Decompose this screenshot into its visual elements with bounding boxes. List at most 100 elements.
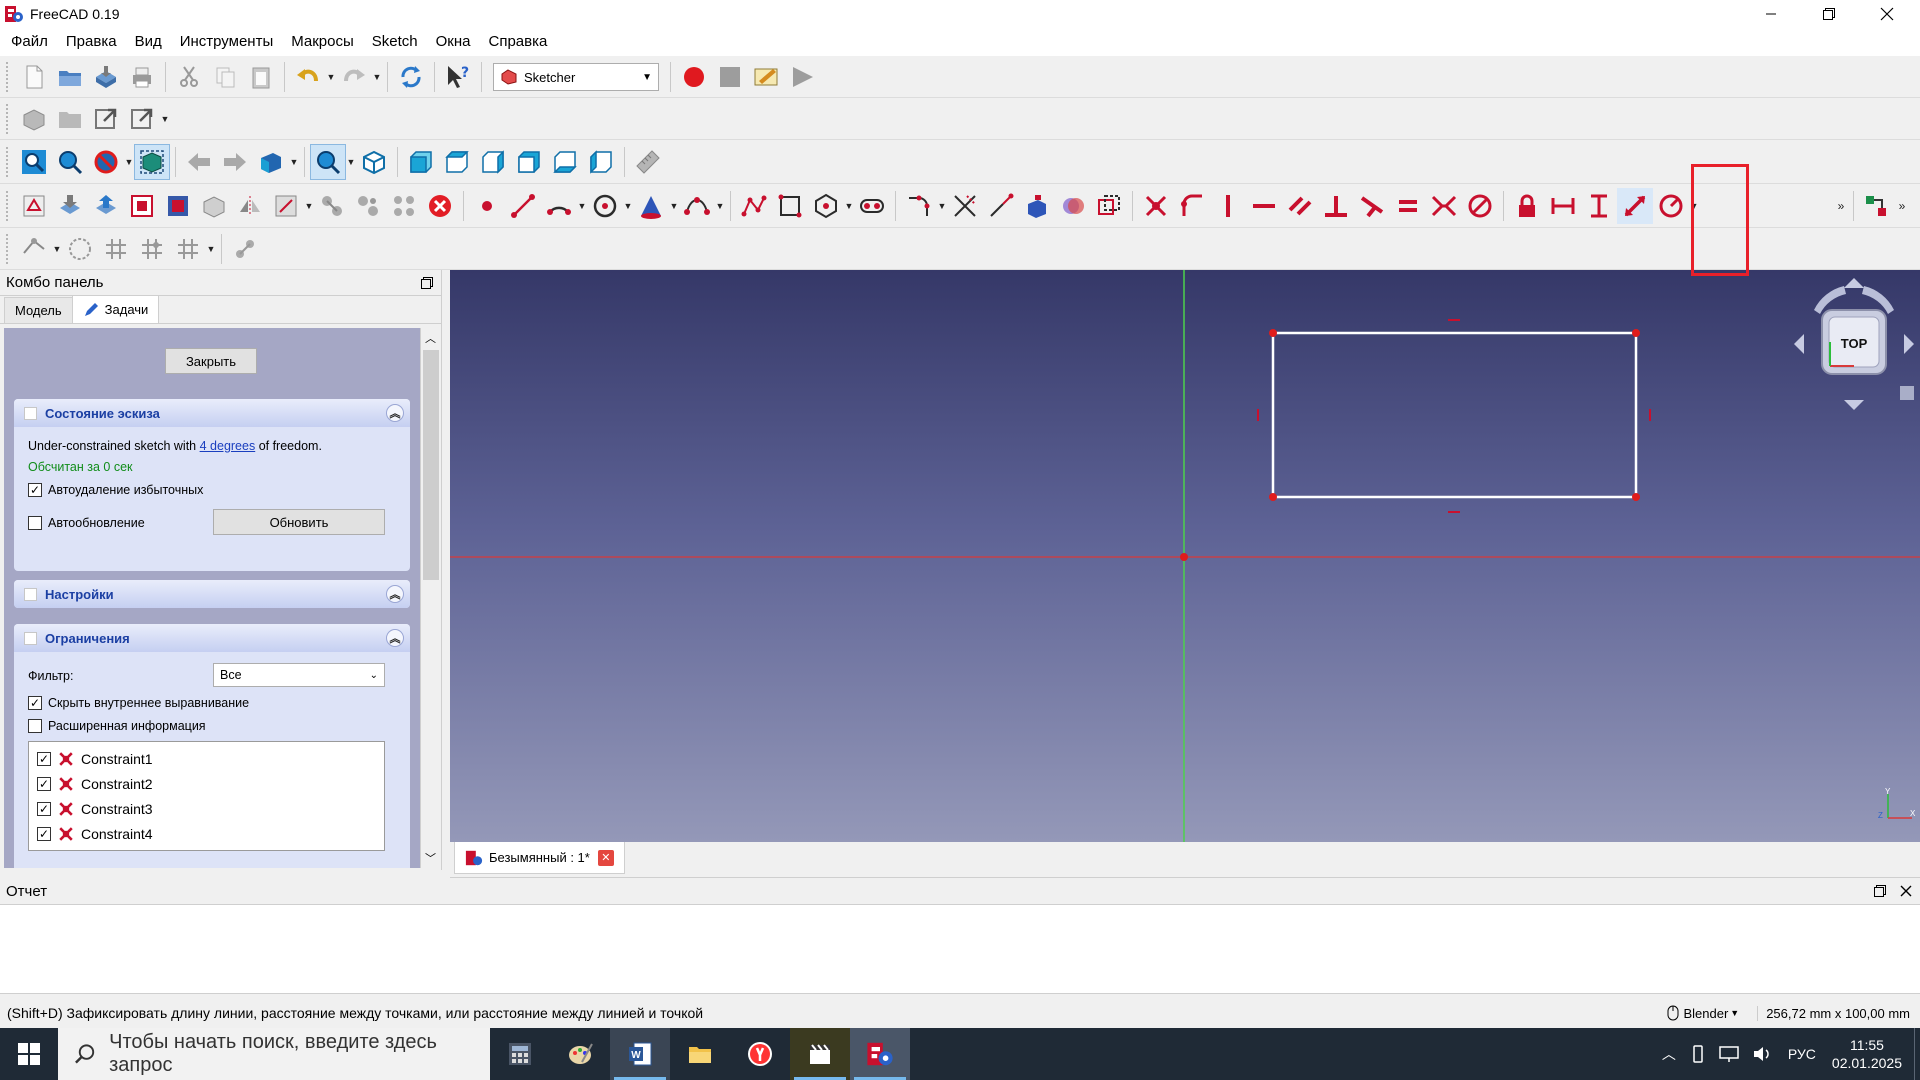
taskbar-freecad[interactable] bbox=[850, 1028, 910, 1080]
grid-tools-button[interactable] bbox=[98, 231, 134, 267]
update-button[interactable]: Обновить bbox=[213, 509, 385, 535]
render-dropdown-icon[interactable]: ▼ bbox=[206, 231, 216, 267]
carbon-copy-button[interactable] bbox=[1055, 188, 1091, 224]
undo-button[interactable] bbox=[290, 59, 326, 95]
create-point-button[interactable] bbox=[469, 188, 505, 224]
view-back-button[interactable] bbox=[181, 144, 217, 180]
fit-selection-button[interactable] bbox=[52, 144, 88, 180]
toolbar-grip[interactable] bbox=[6, 104, 12, 134]
scrollbar-thumb[interactable] bbox=[423, 350, 439, 580]
list-item[interactable]: ✓ Constraint2 bbox=[29, 771, 384, 796]
zoom-dropdown-icon[interactable]: ▼ bbox=[346, 144, 356, 180]
map-sketch-button[interactable] bbox=[52, 188, 88, 224]
auto-remove-checkbox[interactable]: ✓ bbox=[28, 483, 42, 497]
constrain-perpendicular-button[interactable] bbox=[1318, 188, 1354, 224]
restore-internal-button[interactable] bbox=[227, 231, 263, 267]
auto-remove-row[interactable]: ✓ Автоудаление избыточных bbox=[28, 483, 396, 497]
rectangular-array-button[interactable] bbox=[386, 188, 422, 224]
dof-link[interactable]: 4 degrees bbox=[200, 439, 256, 453]
constrain-parallel-button[interactable] bbox=[1282, 188, 1318, 224]
sketch-canvas[interactable] bbox=[450, 270, 1920, 842]
menu-tools[interactable]: Инструменты bbox=[171, 28, 283, 56]
undo-dropdown-icon[interactable]: ▼ bbox=[326, 59, 336, 95]
fillet-dropdown-icon[interactable]: ▼ bbox=[937, 188, 947, 224]
create-arc-button[interactable] bbox=[541, 188, 577, 224]
collapse-icon[interactable]: ︽ bbox=[386, 404, 404, 422]
trim-edge-button[interactable] bbox=[947, 188, 983, 224]
taskbar-yandex-browser[interactable] bbox=[730, 1028, 790, 1080]
menu-sketch[interactable]: Sketch bbox=[363, 28, 427, 56]
3d-view[interactable]: TOP Y Z X bbox=[450, 270, 1920, 842]
macro-stop-button[interactable] bbox=[712, 59, 748, 95]
arrow-left-icon[interactable] bbox=[1794, 334, 1804, 354]
bottom-view-button[interactable] bbox=[547, 144, 583, 180]
left-view-button[interactable] bbox=[583, 144, 619, 180]
toolbar-overflow-2-icon[interactable]: » bbox=[1895, 188, 1909, 224]
toolbar-grip[interactable] bbox=[6, 234, 12, 264]
close-window-button[interactable] bbox=[1858, 0, 1916, 28]
menu-macro[interactable]: Макросы bbox=[282, 28, 363, 56]
scroll-down-icon[interactable]: ﹀ bbox=[425, 850, 436, 866]
redo-dropdown-icon[interactable]: ▼ bbox=[372, 59, 382, 95]
minimize-button[interactable] bbox=[1742, 0, 1800, 28]
radius-dropdown-icon[interactable]: ▼ bbox=[1689, 188, 1699, 224]
toolbar-grip[interactable] bbox=[6, 147, 12, 177]
whats-this-button[interactable]: ? bbox=[440, 59, 476, 95]
menu-file[interactable]: Файл bbox=[2, 28, 57, 56]
macro-record-button[interactable] bbox=[676, 59, 712, 95]
hide-internal-checkbox[interactable]: ✓ bbox=[28, 696, 42, 710]
select-associated-button[interactable] bbox=[16, 231, 52, 267]
toolbar-grip[interactable] bbox=[6, 191, 12, 221]
copy-button[interactable] bbox=[207, 59, 243, 95]
taskbar-media-app[interactable] bbox=[790, 1028, 850, 1080]
menu-view[interactable]: Вид bbox=[126, 28, 171, 56]
workbench-selector[interactable]: Sketcher ▼ bbox=[493, 63, 659, 91]
paste-button[interactable] bbox=[243, 59, 279, 95]
stop-operation-button[interactable] bbox=[268, 188, 304, 224]
settings-header[interactable]: Настройки ︽ bbox=[14, 580, 410, 608]
leave-sketch-button[interactable] bbox=[88, 188, 124, 224]
constraint-visible-checkbox[interactable]: ✓ bbox=[37, 776, 51, 791]
create-rectangle-button[interactable] bbox=[772, 188, 808, 224]
arrow-down-icon[interactable] bbox=[1844, 400, 1864, 410]
rectangle-vertex[interactable] bbox=[1632, 329, 1640, 337]
rectangle-vertex[interactable] bbox=[1632, 493, 1640, 501]
std-views-button[interactable] bbox=[253, 144, 289, 180]
constrain-horizontal-distance-button[interactable] bbox=[1545, 188, 1581, 224]
right-view-button[interactable] bbox=[475, 144, 511, 180]
create-group-button[interactable] bbox=[52, 101, 88, 137]
open-file-button[interactable] bbox=[52, 59, 88, 95]
bspline-tools-button[interactable] bbox=[62, 231, 98, 267]
taskbar-calculator[interactable] bbox=[490, 1028, 550, 1080]
arc-dropdown-icon[interactable]: ▼ bbox=[577, 188, 587, 224]
toolbar-grip[interactable] bbox=[6, 62, 12, 92]
circle-dropdown-icon[interactable]: ▼ bbox=[623, 188, 633, 224]
constrain-equal-button[interactable] bbox=[1390, 188, 1426, 224]
toolbar-overflow-icon[interactable]: » bbox=[1834, 188, 1848, 224]
conic-dropdown-icon[interactable]: ▼ bbox=[669, 188, 679, 224]
start-button[interactable] bbox=[0, 1028, 58, 1080]
sketch-dropdown-icon[interactable]: ▼ bbox=[304, 188, 314, 224]
toggle-construction-button[interactable] bbox=[1091, 188, 1127, 224]
scroll-up-icon[interactable]: ︿ bbox=[425, 330, 436, 346]
draw-style-button[interactable] bbox=[88, 144, 124, 180]
create-conic-button[interactable] bbox=[633, 188, 669, 224]
macro-edit-button[interactable] bbox=[748, 59, 784, 95]
bspline-dropdown-icon[interactable]: ▼ bbox=[715, 188, 725, 224]
hide-internal-row[interactable]: ✓ Скрыть внутреннее выравнивание bbox=[28, 696, 396, 710]
delete-all-button[interactable] bbox=[422, 188, 458, 224]
polygon-dropdown-icon[interactable]: ▼ bbox=[844, 188, 854, 224]
extend-edge-button[interactable] bbox=[983, 188, 1019, 224]
draw-style-dropdown-icon[interactable]: ▼ bbox=[124, 144, 134, 180]
sketch-rectangle[interactable] bbox=[1271, 331, 1638, 499]
constrain-point-on-object-button[interactable] bbox=[1174, 188, 1210, 224]
cut-button[interactable] bbox=[171, 59, 207, 95]
arrow-up-icon[interactable] bbox=[1844, 278, 1864, 288]
close-icon[interactable] bbox=[1900, 885, 1912, 897]
extended-info-checkbox[interactable] bbox=[28, 719, 42, 733]
refresh-button[interactable] bbox=[393, 59, 429, 95]
constraint-visible-checkbox[interactable]: ✓ bbox=[37, 801, 51, 816]
validate-sketch-button[interactable] bbox=[160, 188, 196, 224]
constrain-vertical-button[interactable] bbox=[1210, 188, 1246, 224]
fit-all-button[interactable] bbox=[16, 144, 52, 180]
